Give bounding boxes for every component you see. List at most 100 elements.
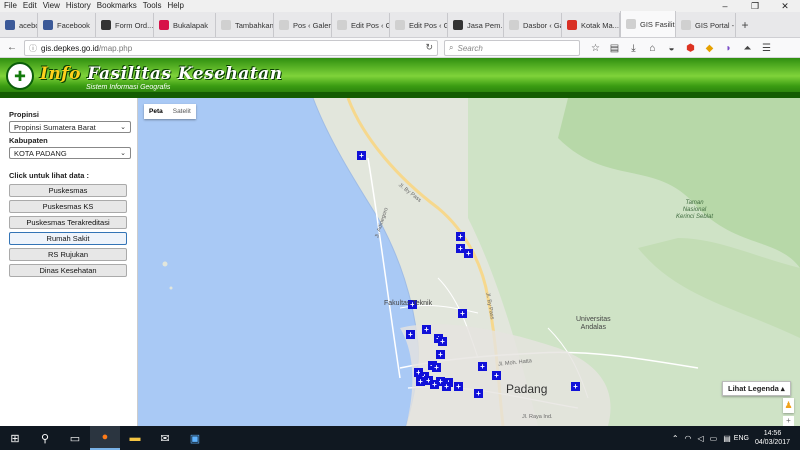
hamburger-menu-icon[interactable]: ☰ bbox=[757, 43, 776, 54]
data-button-0[interactable]: Puskesmas bbox=[9, 184, 127, 197]
hospital-marker-icon[interactable]: + bbox=[458, 309, 467, 318]
task-view-icon[interactable]: ▭ bbox=[60, 426, 90, 450]
street-view-pegman-icon[interactable]: ♟ bbox=[783, 398, 794, 413]
hospital-marker-icon[interactable]: + bbox=[456, 232, 465, 241]
close-window-button[interactable]: ✕ bbox=[770, 0, 800, 12]
hospital-marker-icon[interactable]: + bbox=[438, 337, 447, 346]
menu-tools[interactable]: Tools bbox=[140, 0, 165, 12]
new-tab-button[interactable]: + bbox=[736, 13, 754, 37]
browser-tab[interactable]: Pos ‹ Galerigi... bbox=[274, 13, 332, 37]
search-placeholder: Search bbox=[457, 43, 483, 53]
browser-tab[interactable]: Kotak Ma... bbox=[562, 13, 620, 37]
menu-view[interactable]: View bbox=[40, 0, 63, 12]
hospital-marker-icon[interactable]: + bbox=[571, 382, 580, 391]
reading-list-icon[interactable]: ▤ bbox=[605, 43, 624, 54]
national-park-label: Taman Nasional Kerinci Seblat bbox=[676, 200, 714, 220]
mail-icon[interactable]: ✉ bbox=[150, 426, 180, 450]
tab-label: Edit Pos ‹ Gal... bbox=[351, 20, 389, 30]
adblock-icon[interactable]: ⬢ bbox=[681, 43, 700, 54]
hospital-marker-icon[interactable]: + bbox=[454, 382, 463, 391]
tab-favicon-icon bbox=[101, 20, 111, 30]
battery-icon[interactable]: ▭ bbox=[710, 434, 718, 443]
menu-bookmarks[interactable]: Bookmarks bbox=[94, 0, 140, 12]
satellite-view-button[interactable]: Satelit bbox=[168, 104, 196, 119]
browser-tab[interactable]: acebook bbox=[0, 13, 38, 37]
windows-start-icon[interactable]: ⊞ bbox=[0, 426, 30, 450]
browser-tab[interactable]: Dasbor ‹ Gale... bbox=[504, 13, 562, 37]
search-icon[interactable]: ⚲ bbox=[30, 426, 60, 450]
home-icon[interactable]: ⌂ bbox=[643, 43, 662, 54]
browser-tab[interactable]: Bukalapak bbox=[154, 13, 216, 37]
address-bar[interactable]: ⓘ gis.depkes.go.id/map.php ↻ bbox=[24, 40, 438, 56]
pocket-icon[interactable]: ◒ bbox=[662, 43, 681, 54]
hospital-marker-icon[interactable]: + bbox=[442, 382, 451, 391]
browser-tab[interactable]: Form Ord... bbox=[96, 13, 154, 37]
regency-select[interactable]: KOTA PADANG ⌄ bbox=[9, 147, 131, 159]
site-title-first: Info bbox=[40, 64, 81, 84]
back-arrow-icon[interactable]: ← bbox=[3, 39, 21, 57]
search-input[interactable]: ⌕ Search bbox=[444, 40, 580, 56]
file-explorer-icon[interactable]: ▬ bbox=[120, 426, 150, 450]
menu-history[interactable]: History bbox=[63, 0, 94, 12]
hospital-marker-icon[interactable]: + bbox=[357, 151, 366, 160]
site-title-rest: Fasilitas Kesehatan bbox=[80, 64, 283, 84]
info-icon[interactable]: ⓘ bbox=[29, 43, 37, 54]
download-icon[interactable]: ⤓ bbox=[624, 43, 643, 54]
data-button-3[interactable]: Rumah Sakit bbox=[9, 232, 127, 245]
tab-label: Kotak Ma... bbox=[581, 20, 619, 30]
extension-drop-icon[interactable]: ◗ bbox=[719, 43, 738, 54]
hospital-marker-icon[interactable]: + bbox=[422, 325, 431, 334]
firefox-taskbar-icon[interactable]: ● bbox=[90, 426, 120, 450]
hospital-marker-icon[interactable]: + bbox=[406, 330, 415, 339]
browser-tab[interactable]: GIS Fasilit...✕ bbox=[620, 11, 676, 37]
chevron-up-icon[interactable]: ⌃ bbox=[672, 434, 679, 443]
notification-icon[interactable]: ▤ bbox=[723, 434, 731, 443]
hospital-marker-icon[interactable]: + bbox=[430, 380, 439, 389]
maximize-button[interactable]: ❐ bbox=[740, 0, 770, 12]
data-button-4[interactable]: RS Rujukan bbox=[9, 248, 127, 261]
minimize-button[interactable]: – bbox=[710, 0, 740, 12]
hospital-marker-icon[interactable]: + bbox=[436, 350, 445, 359]
reload-icon[interactable]: ↻ bbox=[425, 42, 433, 53]
data-button-1[interactable]: Puskesmas KS bbox=[9, 200, 127, 213]
tab-favicon-icon bbox=[43, 20, 53, 30]
chevron-down-icon: ⌄ bbox=[120, 150, 126, 157]
zoom-in-button[interactable]: + bbox=[783, 416, 794, 426]
clock[interactable]: 14:56 04/03/2017 bbox=[755, 429, 790, 447]
tab-favicon-icon bbox=[395, 20, 405, 30]
tab-label: acebook bbox=[19, 20, 37, 30]
map-view-button[interactable]: Peta bbox=[144, 104, 168, 119]
browser-tab[interactable]: Edit Pos ‹ Gal... bbox=[332, 13, 390, 37]
firefox-account-icon[interactable]: ⏶ bbox=[738, 43, 757, 54]
volume-icon[interactable]: ◁ bbox=[698, 434, 704, 443]
extension-color-icon[interactable]: ◆ bbox=[700, 43, 719, 54]
hospital-marker-icon[interactable]: + bbox=[432, 363, 441, 372]
bookmark-star-icon[interactable]: ☆ bbox=[586, 43, 605, 54]
map-canvas[interactable]: ++++++++++++++++++++++++++ Peta Satelit … bbox=[138, 98, 800, 426]
hospital-marker-icon[interactable]: + bbox=[478, 362, 487, 371]
clock-time: 14:56 bbox=[763, 430, 782, 437]
clock-date: 04/03/2017 bbox=[754, 439, 790, 446]
menu-bar: File Edit View History Bookmarks Tools H… bbox=[0, 0, 800, 12]
network-icon[interactable]: ◠ bbox=[685, 434, 692, 443]
province-select[interactable]: Propinsi Sumatera Barat ⌄ bbox=[9, 121, 131, 133]
hospital-marker-icon[interactable]: + bbox=[474, 389, 483, 398]
menu-help[interactable]: Help bbox=[164, 0, 186, 12]
language-indicator[interactable]: ENG bbox=[734, 435, 749, 442]
regency-label: Kabupaten bbox=[9, 136, 48, 145]
browser-tab[interactable]: GIS Portal - F... bbox=[676, 13, 736, 37]
menu-edit[interactable]: Edit bbox=[20, 0, 40, 12]
province-label: Propinsi bbox=[9, 110, 40, 119]
universitas-andalas-label: Universitas Andalas bbox=[576, 316, 611, 331]
app-taskbar-icon[interactable]: ▣ bbox=[180, 426, 210, 450]
hospital-marker-icon[interactable]: + bbox=[492, 371, 501, 380]
legend-button[interactable]: Lihat Legenda ▴ bbox=[722, 381, 791, 396]
menu-file[interactable]: File bbox=[0, 0, 20, 12]
browser-tab[interactable]: Facebook bbox=[38, 13, 96, 37]
browser-tab[interactable]: Tambahkan P... bbox=[216, 13, 274, 37]
browser-tab[interactable]: Edit Pos ‹ Gal... bbox=[390, 13, 448, 37]
data-button-5[interactable]: Dinas Kesehatan bbox=[9, 264, 127, 277]
data-button-2[interactable]: Puskesmas Terakreditasi bbox=[9, 216, 127, 229]
hospital-marker-icon[interactable]: + bbox=[464, 249, 473, 258]
browser-tab[interactable]: Jasa Pem... bbox=[448, 13, 504, 37]
